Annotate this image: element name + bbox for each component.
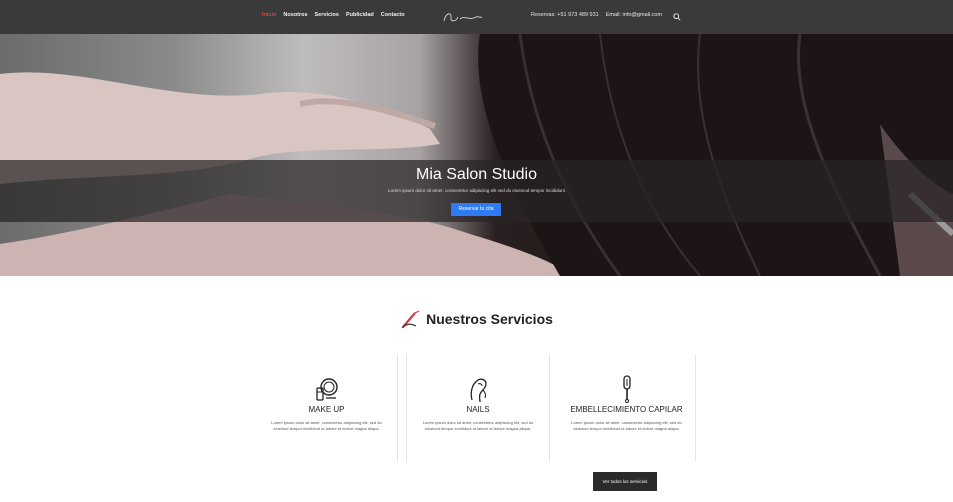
top-navbar: Inicio Nosotros Servicios Publicidad Con… xyxy=(0,0,953,34)
nav-link-nosotros[interactable]: Nosotros xyxy=(283,12,307,18)
service-title: MAKE UP xyxy=(308,405,345,414)
hero-subtitle: Lorem ipsum dolor sit amet, consectetur … xyxy=(388,188,565,193)
nav-contact: Reservas: +51 973 489 931 Email: info@gm… xyxy=(531,12,662,18)
nav-link-servicios[interactable]: Servicios xyxy=(315,12,339,18)
book-appointment-button[interactable]: Reservar tu cita xyxy=(451,203,501,216)
hair-dryer-icon xyxy=(623,375,631,403)
search-icon[interactable] xyxy=(673,13,681,21)
services-heading: Nuestros Servicios xyxy=(0,309,953,329)
services-heading-text: Nuestros Servicios xyxy=(426,311,553,327)
service-title: NAILS xyxy=(466,405,490,414)
nail-polish-hand-icon xyxy=(470,378,487,403)
nav-links: Inicio Nosotros Servicios Publicidad Con… xyxy=(262,12,405,18)
reservations-phone[interactable]: Reservas: +51 973 489 931 xyxy=(531,12,599,18)
service-card-makeup[interactable]: MAKE UP Lorem ipsum dolor sit amet, cons… xyxy=(256,354,398,462)
services-list: MAKE UP Lorem ipsum dolor sit amet, cons… xyxy=(256,354,696,462)
service-description: Lorem ipsum dolor sit amet, consectetur … xyxy=(271,420,382,431)
service-description: Lorem ipsum dolor sit amet, consectetur … xyxy=(422,420,534,431)
hero-banner: Mia Salon Studio Lorem ipsum dolor sit a… xyxy=(0,34,953,276)
service-card-hair[interactable]: EMBELLECIMIENTO CAPILAR Lorem ipsum dolo… xyxy=(558,354,696,462)
hero-title: Mia Salon Studio xyxy=(416,166,537,183)
nav-link-publicidad[interactable]: Publicidad xyxy=(346,12,374,18)
service-card-nails[interactable]: NAILS Lorem ipsum dolor sit amet, consec… xyxy=(406,354,550,462)
nav-link-inicio[interactable]: Inicio xyxy=(262,12,276,18)
scissors-comb-icon xyxy=(401,310,420,329)
makeup-mirror-icon xyxy=(316,378,338,401)
hero-background-image xyxy=(0,34,953,276)
service-description: Lorem ipsum dolor sit amet, consectetur … xyxy=(571,420,682,431)
view-all-services-button[interactable]: Ver todos los servicios xyxy=(593,472,657,491)
contact-email[interactable]: Email: info@gmail.com xyxy=(606,12,662,18)
salon-logo[interactable] xyxy=(440,9,484,25)
nav-link-contacto[interactable]: Contacto xyxy=(381,12,405,18)
service-title: EMBELLECIMIENTO CAPILAR xyxy=(570,405,683,414)
